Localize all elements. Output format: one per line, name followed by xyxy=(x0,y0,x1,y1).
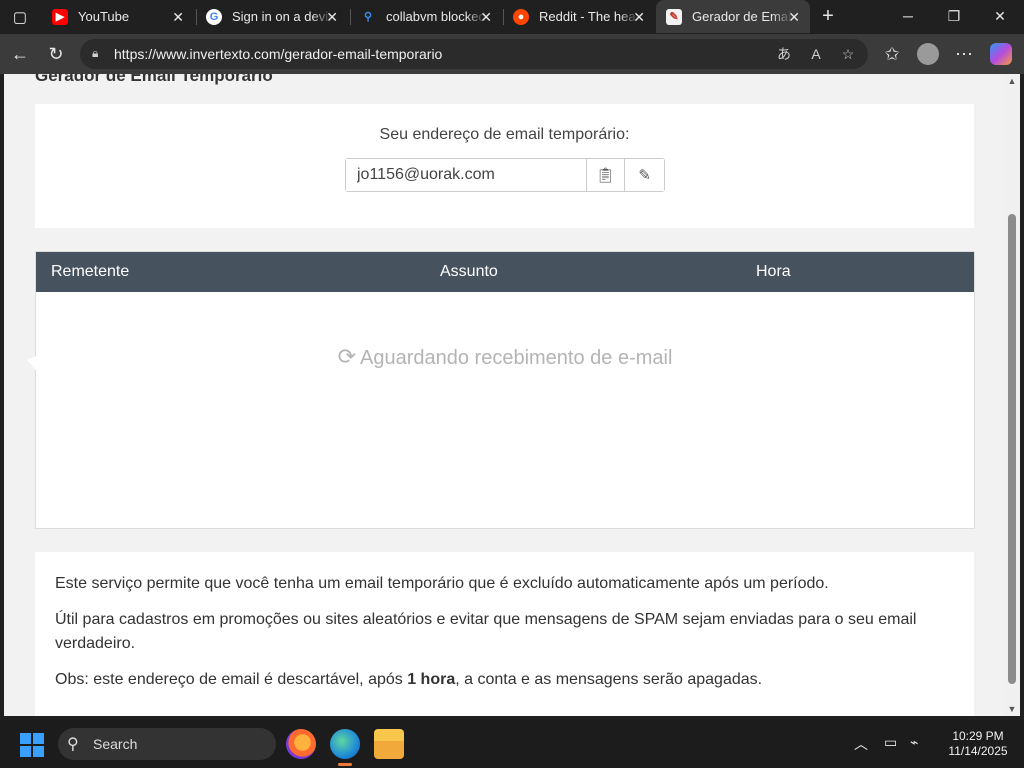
file-explorer-icon[interactable] xyxy=(374,729,404,759)
waiting-message: ⟳ Aguardando recebimento de e-mail xyxy=(36,344,974,370)
close-tab-icon[interactable]: ✕ xyxy=(172,9,184,26)
url-text[interactable]: https://www.invertexto.com/gerador-email… xyxy=(114,46,442,62)
page-viewport: Gerador de Email Temporário Seu endereço… xyxy=(4,74,1004,716)
refresh-spinner-icon: ⟳ xyxy=(337,344,356,369)
scroll-up-icon[interactable]: ▲ xyxy=(1004,74,1020,88)
page-scrollbar[interactable]: ▲ ▼ xyxy=(1004,74,1020,716)
read-aloud-icon[interactable]: A xyxy=(806,44,826,64)
tab-reddit[interactable]: ● Reddit - The heart ✕ xyxy=(503,0,655,33)
tab-title: Reddit - The heart xyxy=(539,9,639,24)
info-paragraph: Útil para cadastros em promoções ou site… xyxy=(55,611,917,652)
email-card: Seu endereço de email temporário: 📋︎ ✎ xyxy=(35,104,974,228)
column-hora: Hora xyxy=(756,263,791,280)
clipboard-icon: 📋︎ xyxy=(595,167,615,184)
note-text: Obs: este endereço de email é descartáve… xyxy=(55,671,408,688)
inbox-header: Remetente Assunto Hora xyxy=(36,252,974,292)
tab-youtube[interactable]: ▶ YouTube ✕ xyxy=(42,0,194,33)
show-hidden-icons-icon[interactable]: ︿ xyxy=(854,734,868,754)
google-icon: G xyxy=(206,8,222,25)
info-note: Obs: este endereço de email é descartáve… xyxy=(55,668,945,692)
tab-actions-icon[interactable]: ▢ xyxy=(6,4,34,30)
windows-start-icon[interactable] xyxy=(20,733,44,757)
tab-title: collabvm blocked xyxy=(386,9,486,24)
copy-email-button[interactable]: 📋︎ xyxy=(586,159,626,191)
tab-title: Sign in on a device xyxy=(232,9,332,24)
edit-email-button[interactable]: ✎ xyxy=(625,159,664,191)
refresh-button[interactable]: ↻ xyxy=(42,40,70,68)
scroll-thumb[interactable] xyxy=(1008,214,1016,684)
close-tab-icon[interactable]: ✕ xyxy=(480,9,492,26)
tab-gerador-email[interactable]: ✎ Gerador de Email ✕ xyxy=(656,0,810,33)
close-tab-icon[interactable]: ✕ xyxy=(326,9,338,26)
search-label: Search xyxy=(93,736,138,752)
email-label: Seu endereço de email temporário: xyxy=(379,126,630,143)
translate-icon[interactable]: あ xyxy=(774,44,794,64)
search-icon: ⚲ xyxy=(67,736,79,753)
clock-date: 11/14/2025 xyxy=(948,744,1008,758)
browser-tab-bar: ▢ ▶ YouTube ✕ G Sign in on a device ✕ ⚲ … xyxy=(0,0,1024,34)
bing-search-icon: ⚲ xyxy=(363,11,373,23)
browser-toolbar: ← ↻ 🔒︎ https://www.invertexto.com/gerado… xyxy=(0,34,1024,74)
tab-title: YouTube xyxy=(78,9,130,24)
taskbar-clock[interactable]: 10:29 PM 11/14/2025 xyxy=(940,729,1016,759)
scroll-down-icon[interactable]: ▼ xyxy=(1004,702,1020,716)
taskbar-search[interactable]: ⚲ Search xyxy=(58,728,276,760)
tab-google-sign-in[interactable]: G Sign in on a device ✕ xyxy=(196,0,348,33)
column-assunto: Assunto xyxy=(440,263,498,280)
more-options-icon[interactable]: ⋯ xyxy=(950,40,978,68)
network-icon[interactable]: ⌁ xyxy=(910,734,918,751)
profile-avatar[interactable] xyxy=(917,43,939,65)
note-duration: 1 hora xyxy=(407,671,456,688)
display-icon[interactable]: ▭ xyxy=(884,734,897,751)
minimize-button[interactable]: ─ xyxy=(885,0,931,33)
reddit-icon: ● xyxy=(513,8,529,25)
close-tab-icon[interactable]: ✕ xyxy=(633,9,645,26)
favorites-icon[interactable]: ✩ xyxy=(878,40,906,68)
youtube-icon: ▶ xyxy=(52,8,68,25)
email-field[interactable] xyxy=(346,159,587,191)
favorite-star-icon[interactable]: ☆ xyxy=(838,44,858,64)
windows-taskbar: ⚲ Search ︿ ▭ ⌁ 10:29 PM 11/14/2025 xyxy=(0,720,1024,768)
email-input-group: 📋︎ ✎ xyxy=(345,158,665,192)
close-tab-icon[interactable]: ✕ xyxy=(788,9,800,26)
edit-icon: ✎ xyxy=(638,167,651,184)
waiting-text: Aguardando recebimento de e-mail xyxy=(360,347,673,369)
new-tab-button[interactable]: + xyxy=(815,4,841,30)
tab-collabvm-search[interactable]: ⚲ collabvm blocked ✕ xyxy=(350,0,502,33)
info-paragraph: Este serviço permite que você tenha um e… xyxy=(55,575,829,592)
clock-time: 10:29 PM xyxy=(952,729,1004,743)
info-card: Este serviço permite que você tenha um e… xyxy=(35,552,974,716)
tab-title: Gerador de Email xyxy=(692,9,792,24)
close-window-button[interactable]: ✕ xyxy=(977,0,1023,33)
invertexto-icon: ✎ xyxy=(666,8,682,25)
back-button[interactable]: ← xyxy=(6,40,34,68)
restore-button[interactable]: ❐ xyxy=(931,0,977,33)
note-text: , a conta e as mensagens serão apagadas. xyxy=(455,671,763,688)
firefox-icon[interactable] xyxy=(286,729,316,759)
edge-icon[interactable] xyxy=(330,729,360,766)
column-remetente: Remetente xyxy=(51,263,130,280)
address-bar[interactable]: 🔒︎ https://www.invertexto.com/gerador-em… xyxy=(80,39,868,69)
copilot-icon[interactable] xyxy=(990,43,1012,65)
site-info-icon[interactable]: 🔒︎ xyxy=(92,46,108,62)
inbox-table: Remetente Assunto Hora ⟳ Aguardando receb… xyxy=(35,251,975,529)
page-title: Gerador de Email Temporário xyxy=(35,74,273,85)
